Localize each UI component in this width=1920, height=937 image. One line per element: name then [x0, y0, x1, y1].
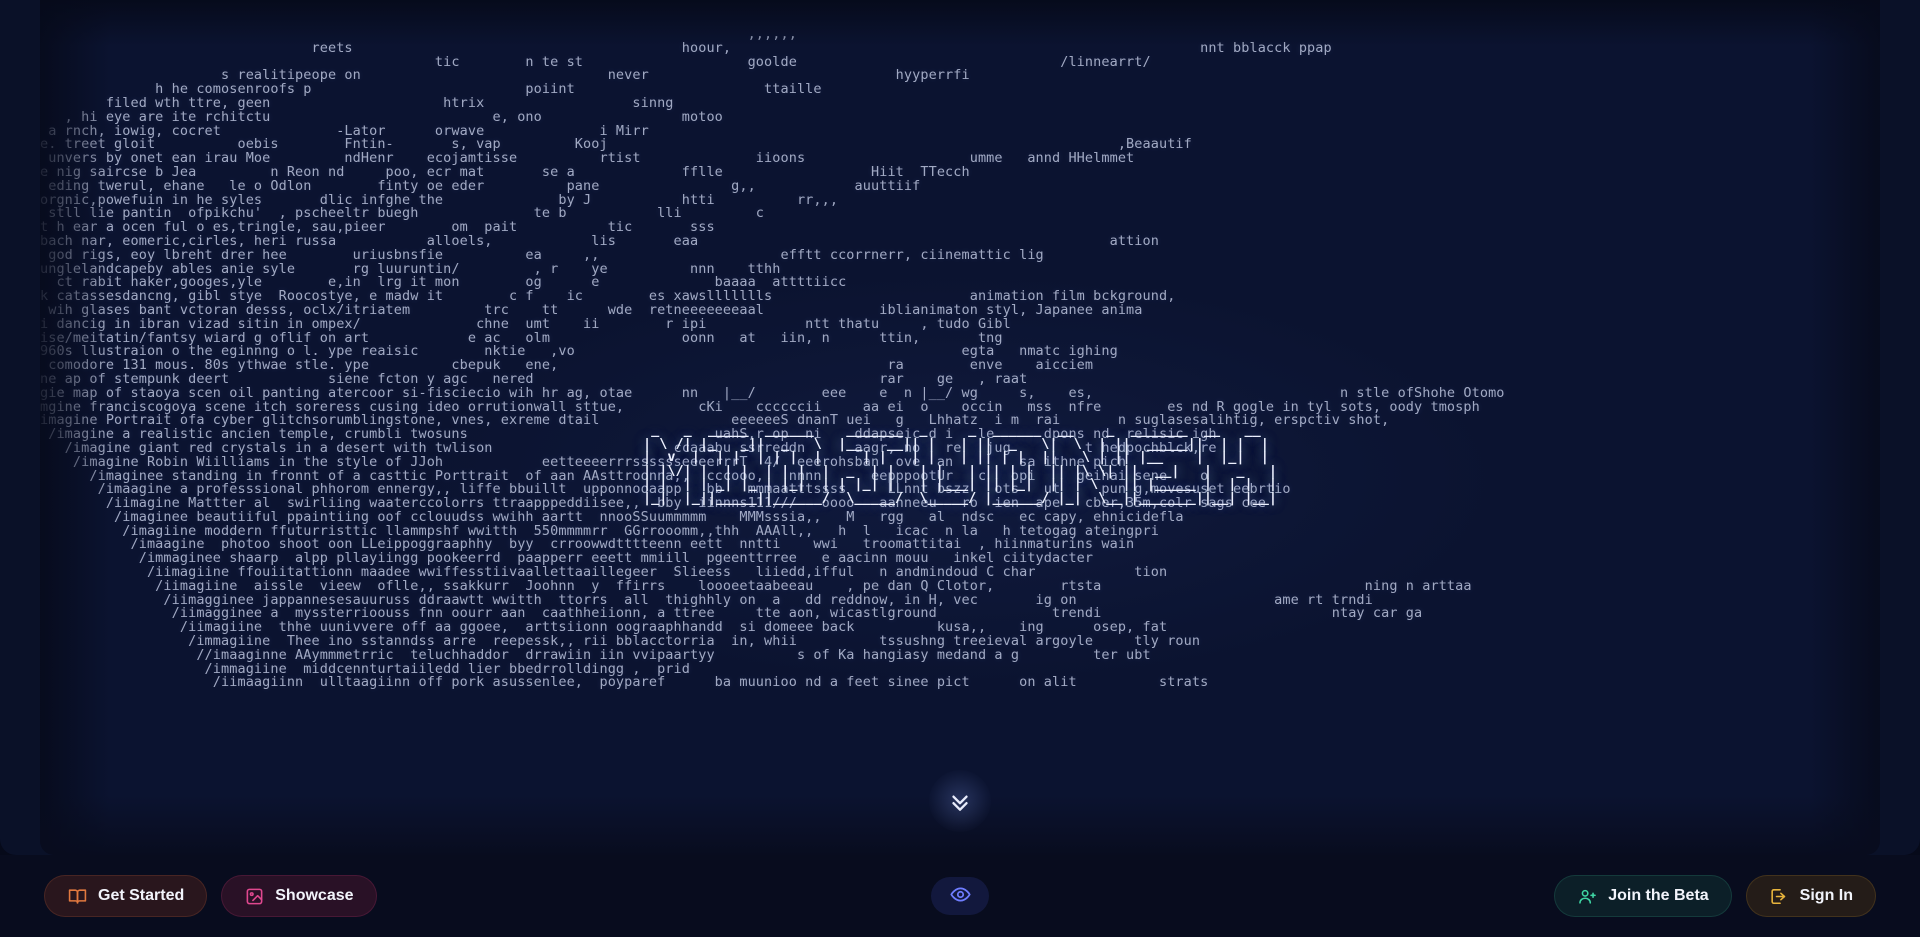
prompt-line: /iimaagiinn ulltaagiinn off pork asussen…: [40, 674, 1513, 691]
sign-in-label: Sign In: [1799, 887, 1853, 904]
content-pane: ,,,,,, reets hoour, nnt bblacck ppap tic…: [0, 0, 1920, 855]
scroll-down-button[interactable]: [929, 770, 991, 832]
bottom-toolbar: Get Started Showcase Join the Beta Sign …: [0, 855, 1920, 937]
preview-toggle-button[interactable]: [931, 877, 989, 915]
sign-in-button[interactable]: Sign In: [1745, 875, 1876, 917]
toolbar-left-group: Get Started Showcase: [44, 875, 377, 917]
scrambled-prompt-text: ,,,,,, reets hoour, nnt bblacck ppap tic…: [40, 27, 1880, 691]
midjourney-landing-page: ,,,,,, reets hoour, nnt bblacck ppap tic…: [0, 0, 1920, 937]
eye-icon: [949, 884, 971, 909]
user-plus-icon: [1577, 886, 1597, 906]
showcase-label: Showcase: [275, 887, 354, 904]
chevron-double-down-icon: [947, 788, 973, 814]
prompt-wall: ,,,,,, reets hoour, nnt bblacck ppap tic…: [40, 0, 1880, 855]
join-beta-label: Join the Beta: [1608, 887, 1709, 904]
toolbar-right-group: Join the Beta Sign In: [1554, 875, 1876, 917]
get-started-label: Get Started: [98, 887, 185, 904]
toolbar-center-group: [931, 877, 989, 915]
book-icon: [67, 886, 87, 906]
get-started-button[interactable]: Get Started: [44, 875, 208, 917]
showcase-button[interactable]: Showcase: [221, 875, 377, 917]
join-beta-button[interactable]: Join the Beta: [1554, 875, 1732, 917]
login-icon: [1769, 886, 1789, 906]
image-icon: [244, 886, 264, 906]
